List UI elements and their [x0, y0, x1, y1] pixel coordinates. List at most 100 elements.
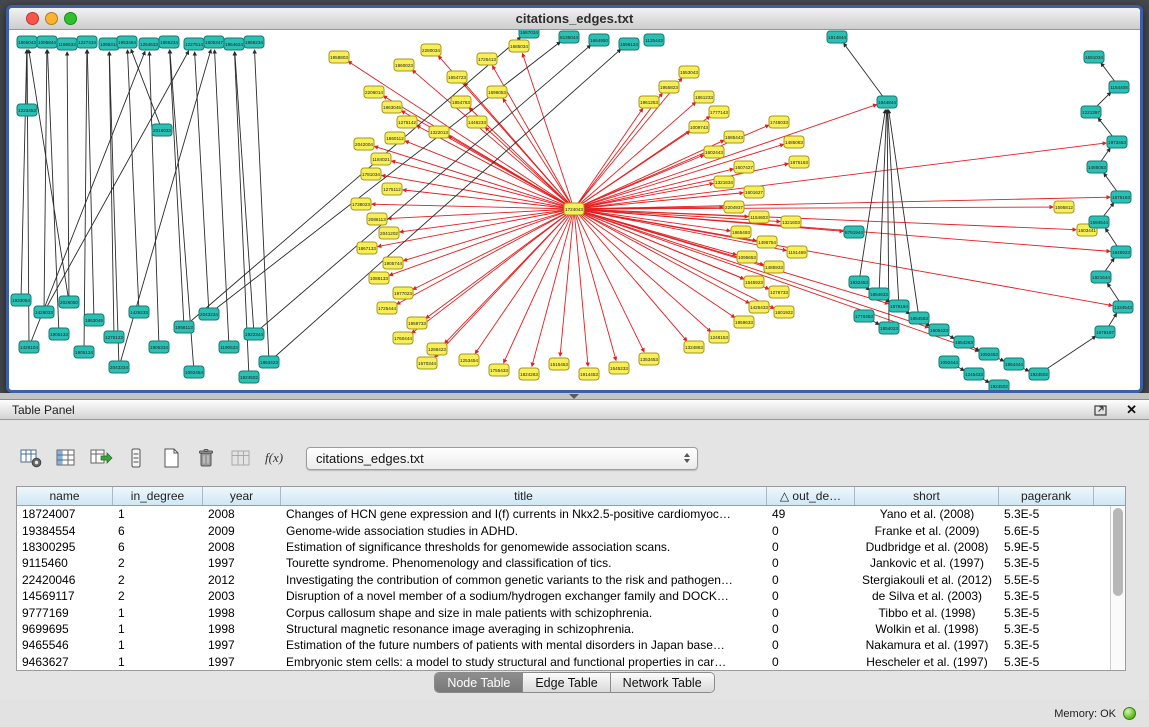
network-node[interactable]: 1860023 [394, 59, 414, 71]
close-panel-icon[interactable]: ✕ [1126, 403, 1137, 416]
network-node[interactable]: 1924502 [989, 380, 1009, 390]
table-row[interactable]: 1938455462009Genome-wide association stu… [17, 522, 1125, 538]
network-node[interactable]: 1151469 [787, 246, 807, 258]
network-node[interactable]: 1922344 [244, 328, 264, 340]
network-node[interactable]: 1288423 [427, 343, 447, 355]
network-node[interactable]: 1322013 [429, 126, 449, 138]
network-node[interactable]: 1953464 [117, 36, 137, 48]
network-node[interactable]: 1324863 [684, 341, 704, 353]
table-scrollbar[interactable] [1110, 506, 1125, 670]
network-node[interactable]: 1009743 [689, 121, 709, 133]
network-node[interactable]: 1602443 [704, 146, 724, 158]
memory-indicator[interactable] [1123, 707, 1136, 720]
network-node[interactable]: 1605347 [204, 36, 224, 48]
network-node[interactable]: 1696053 [487, 86, 507, 98]
network-node[interactable]: 1221397 [1081, 106, 1101, 118]
network-node[interactable]: 1515453 [549, 358, 569, 370]
network-node[interactable]: 1958113 [174, 321, 194, 333]
column-header-name[interactable]: name [17, 487, 113, 505]
network-node[interactable]: 1854563 [909, 312, 929, 324]
column-header-title[interactable]: title [281, 487, 767, 505]
float-panel-icon[interactable] [1088, 397, 1114, 423]
network-node[interactable]: 1095844 [37, 36, 57, 48]
network-node[interactable]: 1958733 [407, 317, 427, 329]
network-node[interactable]: 1770453 [854, 310, 874, 322]
network-node[interactable]: 1186533 [57, 38, 77, 50]
table-row[interactable]: 946554611997Estimation of the future num… [17, 637, 1125, 653]
network-node[interactable]: 1595812 [1054, 201, 1074, 213]
network-node[interactable]: 1645923 [1111, 246, 1131, 258]
table-row[interactable]: 969969511998Structural magnetic resonanc… [17, 621, 1125, 637]
network-node[interactable]: 2016033 [152, 124, 172, 136]
network-node[interactable]: 1664950 [589, 34, 609, 46]
network-node[interactable]: 1679194 [889, 300, 909, 312]
network-node[interactable]: 2042004 [354, 138, 374, 150]
network-node[interactable]: 1321634 [714, 176, 734, 188]
network-node[interactable]: 1821644 [1091, 271, 1111, 283]
network-canvas[interactable]: 1724043220601418630451275142186011220420… [9, 30, 1140, 390]
function-builder-icon[interactable]: f(x) [263, 445, 289, 471]
network-node[interactable]: 1905133 [49, 328, 69, 340]
network-node[interactable]: 1086133 [369, 272, 389, 284]
scrollbar-thumb[interactable] [1113, 508, 1123, 596]
network-node[interactable]: 1553043 [679, 66, 699, 78]
network-node[interactable]: 1865493 [731, 226, 751, 238]
network-node[interactable]: 1854763 [451, 96, 471, 108]
table-row[interactable]: 1456911722003Disruption of a novel membe… [17, 588, 1125, 604]
network-node[interactable]: 1854023 [879, 322, 899, 334]
network-node[interactable]: 1824263 [519, 368, 539, 380]
network-node[interactable]: 1426104 [19, 341, 39, 353]
network-node[interactable]: 1725413 [477, 53, 497, 65]
network-node[interactable]: 1865234 [159, 36, 179, 48]
network-node[interactable]: 1973453 [1107, 136, 1127, 148]
network-node[interactable]: 1863045 [382, 101, 402, 113]
tab-node-table[interactable]: Node Table [435, 673, 523, 692]
network-node[interactable]: 1944844 [877, 96, 897, 108]
network-node[interactable]: 1485083 [1087, 161, 1107, 173]
row-selection-icon[interactable] [123, 445, 149, 471]
network-node[interactable]: 1184021 [371, 153, 391, 165]
network-node[interactable]: 1924502 [239, 371, 259, 383]
network-node[interactable]: 1607427 [734, 161, 754, 173]
table-row[interactable]: 1830029562008Estimation of significance … [17, 539, 1125, 555]
network-node[interactable]: 1223453 [17, 104, 37, 116]
network-node[interactable]: 1485083 [784, 136, 804, 148]
network-node[interactable]: 1781034 [361, 168, 381, 180]
network-node[interactable]: 1977023 [393, 287, 413, 299]
column-header-out_degree[interactable]: △ out_de… [767, 487, 855, 505]
network-node[interactable]: 1863045 [84, 314, 104, 326]
table-row[interactable]: 946362711997Embryonic stem cells: a mode… [17, 654, 1125, 670]
network-node[interactable]: 1654723 [447, 71, 467, 83]
tab-network-table[interactable]: Network Table [611, 673, 714, 692]
network-node[interactable]: 1933054 [11, 294, 31, 306]
network-node[interactable]: 2043234 [199, 308, 219, 320]
new-column-icon[interactable] [158, 445, 184, 471]
table-settings-icon[interactable] [18, 445, 44, 471]
table-row[interactable]: 1872400712008Changes of HCN gene express… [17, 506, 1125, 522]
network-node[interactable]: 1227514 [184, 38, 204, 50]
network-node[interactable]: 1755433 [489, 364, 509, 376]
network-node[interactable]: 1275112 [382, 183, 402, 195]
network-node[interactable]: 1426233 [129, 306, 149, 318]
network-node[interactable]: 1092453 [979, 348, 999, 360]
network-node[interactable]: 1426033 [34, 306, 54, 318]
network-node[interactable]: 1227434 [77, 36, 97, 48]
network-node[interactable]: 1738023 [351, 198, 371, 210]
network-node[interactable]: 1321603 [781, 216, 801, 228]
export-table-icon[interactable] [88, 445, 114, 471]
network-node[interactable]: 1875163 [789, 156, 809, 168]
delete-column-icon[interactable] [193, 445, 219, 471]
network-node[interactable]: 1254633 [139, 38, 159, 50]
network-node[interactable]: 1248153 [709, 331, 729, 343]
network-node[interactable]: 1958803 [329, 51, 349, 63]
network-node[interactable]: 1095653 [737, 251, 757, 263]
network-node[interactable]: 1154603 [749, 211, 769, 223]
network-node[interactable]: 2280034 [421, 44, 441, 56]
network-table-selector[interactable]: citations_edges.txt [306, 447, 698, 470]
network-node[interactable]: 1860112 [385, 132, 405, 144]
network-node[interactable]: 8791944 [844, 226, 864, 238]
network-node[interactable]: 1865043 [17, 36, 37, 48]
network-node[interactable]: 1685443 [724, 131, 744, 143]
network-node[interactable]: 1353453 [639, 353, 659, 365]
network-node[interactable]: 1745033 [769, 116, 789, 128]
